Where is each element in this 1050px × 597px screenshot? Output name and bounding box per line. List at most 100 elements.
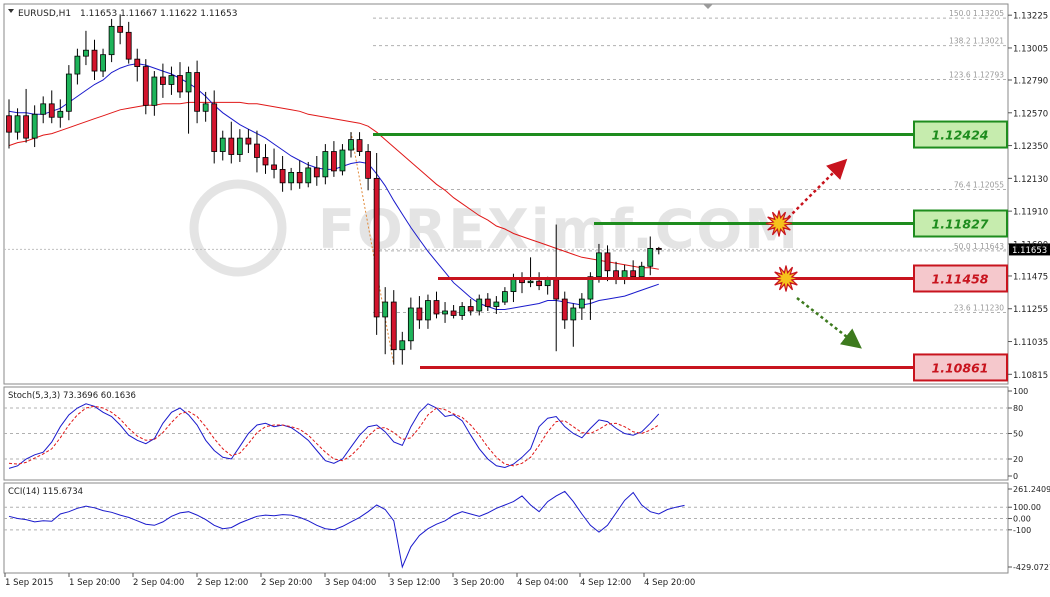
watermark-text: FOREXimf.COM	[318, 198, 800, 261]
candle-body	[561, 298, 568, 321]
candle-body	[373, 177, 380, 318]
y-tick-label: 1.12570	[1013, 109, 1048, 119]
x-tick-label: 3 Sep 12:00	[389, 578, 440, 588]
candle-body	[236, 137, 243, 155]
chart-title: EURUSD,H1	[18, 9, 71, 19]
candle-body	[288, 171, 295, 184]
candle-body	[91, 49, 98, 72]
candle-body	[168, 75, 175, 85]
fibonacci-label: 23.6 1.11230	[954, 303, 1004, 312]
fibonacci-label: 76.4 1.12055	[954, 181, 1004, 190]
candle-body	[108, 25, 115, 56]
fibonacci-label: 150.0 1.13205	[949, 9, 1004, 18]
candle-body	[125, 31, 132, 60]
x-tick-label: 2 Sep 04:00	[133, 578, 184, 588]
candle-body	[382, 301, 389, 318]
candle-body	[305, 167, 312, 184]
y-tick-label: 1.11035	[1013, 338, 1048, 348]
candle-body	[219, 137, 226, 152]
candle-body	[459, 306, 466, 316]
y-tick-label: 1.11255	[1013, 305, 1048, 315]
x-tick-label: 3 Sep 20:00	[453, 578, 504, 588]
candle-body	[596, 252, 602, 278]
candle-body	[476, 298, 483, 312]
candle-body	[6, 115, 12, 133]
candle-body	[142, 66, 149, 106]
candle-body	[74, 55, 81, 75]
fibonacci-label: 123.6 1.12793	[949, 71, 1004, 80]
candle-body	[467, 306, 474, 312]
candle-body	[587, 276, 594, 300]
fibonacci-label: 138.2 1.13021	[949, 37, 1004, 46]
candle-body	[501, 291, 508, 303]
candle-body	[159, 76, 166, 85]
level-label: 1.10861	[932, 360, 989, 375]
indicator-title: Stoch(5,3,3) 73.3696 60.1636	[8, 391, 136, 401]
candle-body	[322, 151, 329, 178]
candle-body	[536, 280, 542, 287]
y-tick-label: 261.2409	[1013, 485, 1050, 494]
y-tick-label: 1.12130	[1013, 175, 1048, 185]
level-label: 1.11827	[932, 217, 989, 232]
level-label: 1.12424	[932, 128, 989, 143]
candle-body	[365, 151, 372, 179]
candle-body	[630, 270, 637, 278]
candle-body	[313, 167, 320, 178]
level-label: 1.11458	[932, 271, 989, 286]
candle-body	[23, 115, 30, 139]
x-tick-label: 4 Sep 20:00	[644, 578, 695, 588]
y-tick-label: 1.13005	[1013, 44, 1048, 54]
y-tick-label: 0	[1013, 472, 1018, 481]
y-tick-label: 1.11910	[1013, 208, 1048, 218]
candle-body	[339, 149, 346, 172]
candle-body	[31, 113, 38, 139]
candle-body	[390, 301, 397, 351]
y-tick-label: 50	[1013, 430, 1023, 439]
candle-body	[194, 72, 201, 112]
candle-body	[245, 137, 252, 145]
candle-body	[254, 143, 260, 158]
candle-body	[151, 76, 158, 106]
candle-body	[544, 279, 551, 287]
y-tick-label: 100	[1013, 387, 1028, 396]
candle-body	[117, 25, 124, 33]
candle-body	[83, 49, 89, 57]
candle-body	[578, 298, 585, 309]
x-tick-label: 4 Sep 12:00	[580, 578, 631, 588]
candle-body	[279, 169, 286, 184]
candle-body	[510, 277, 517, 293]
candle-body	[177, 75, 183, 93]
y-tick-label: 100.00	[1013, 503, 1041, 512]
chart-quote: 1.11653 1.11667 1.11622 1.11653	[80, 9, 237, 19]
candle-body	[655, 247, 662, 250]
candle-body	[330, 151, 337, 172]
y-tick-label: 0.00	[1013, 515, 1031, 524]
x-tick-label: 1 Sep 20:00	[69, 578, 120, 588]
candle-body	[407, 307, 414, 342]
fibonacci-label: 50.0 1.11643	[954, 242, 1004, 251]
y-tick-label: 20	[1013, 455, 1023, 464]
y-tick-label: -429.0727	[1013, 563, 1050, 572]
y-tick-label: -100	[1013, 526, 1031, 535]
pane-frame-3	[3, 482, 1009, 574]
candle-body	[228, 137, 235, 155]
candle-body	[484, 298, 491, 307]
candle-body	[185, 72, 192, 93]
candle-body	[553, 279, 560, 300]
candle-body	[433, 300, 440, 315]
y-tick-label: 1.13225	[1013, 12, 1048, 22]
y-tick-label: 1.12790	[1013, 77, 1048, 87]
current-price-label: 1.11653	[1012, 246, 1047, 256]
candle-body	[48, 103, 55, 118]
candle-body	[211, 103, 218, 152]
candle-body	[527, 280, 534, 284]
candle-body	[100, 54, 106, 72]
candle-body	[647, 247, 654, 267]
candle-body	[416, 307, 423, 321]
candle-body	[570, 307, 577, 321]
forex-chart: FOREXimf.COM 1.12424 1.11827 1.11458 1.1086…	[0, 0, 1050, 593]
x-tick-label: 4 Sep 04:00	[517, 578, 568, 588]
candle-body	[14, 115, 21, 133]
candle-body	[442, 310, 448, 315]
candle-body	[262, 157, 269, 166]
